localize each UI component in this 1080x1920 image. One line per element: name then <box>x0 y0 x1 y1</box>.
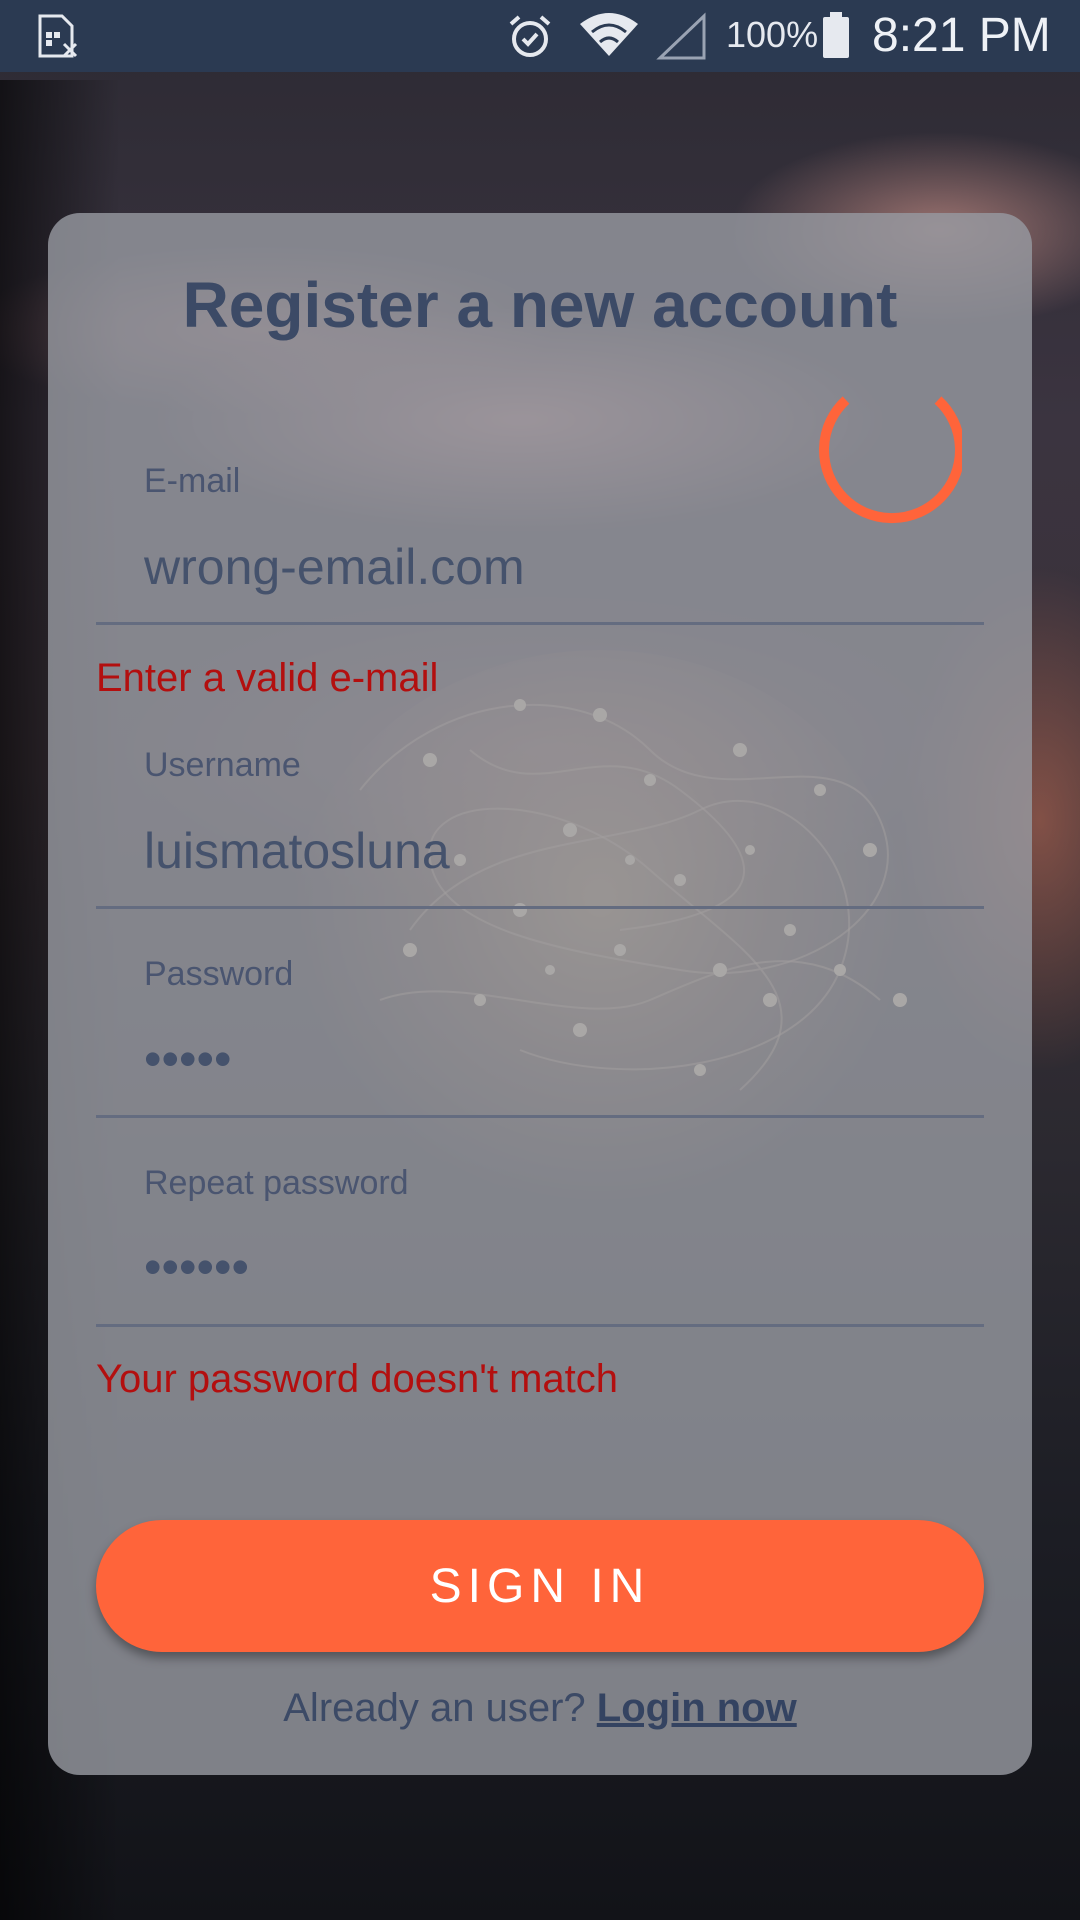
status-bar: 100% 8:21 PM <box>0 0 1080 72</box>
username-field[interactable]: luismatosluna <box>144 822 450 880</box>
email-label: E-mail <box>144 462 241 500</box>
sim-error-icon <box>38 14 78 58</box>
sign-in-button[interactable]: SIGN IN <box>96 1520 984 1652</box>
cell-signal-icon <box>656 12 706 60</box>
password-underline <box>96 1115 984 1118</box>
username-underline <box>96 906 984 909</box>
password-label: Password <box>144 955 294 993</box>
battery-percentage: 100% <box>726 14 819 55</box>
repeat-password-field[interactable]: •••••• <box>144 1238 249 1296</box>
email-underline <box>96 622 984 625</box>
repeat-password-error: Your password doesn't match <box>96 1357 619 1401</box>
page-title: Register a new account <box>182 269 898 341</box>
repeat-password-underline <box>96 1324 984 1327</box>
battery-icon <box>823 12 849 58</box>
login-prompt: Already an user? Login now <box>0 1686 1080 1731</box>
email-field[interactable]: wrong-email.com <box>144 538 525 596</box>
repeat-password-label: Repeat password <box>144 1164 409 1202</box>
already-user-text: Already an user? <box>283 1686 586 1730</box>
password-field[interactable]: ••••• <box>144 1030 232 1088</box>
email-error: Enter a valid e-mail <box>96 656 439 700</box>
progress-spinner-icon <box>819 396 962 524</box>
alarm-clock-icon <box>509 15 551 57</box>
login-now-link[interactable]: Login now <box>597 1686 797 1730</box>
wifi-icon <box>580 13 638 56</box>
clock-time: 8:21 PM <box>872 9 1051 62</box>
username-label: Username <box>144 746 301 784</box>
app-screen: 100% 8:21 PM Register a new account E-ma… <box>0 0 1080 1920</box>
